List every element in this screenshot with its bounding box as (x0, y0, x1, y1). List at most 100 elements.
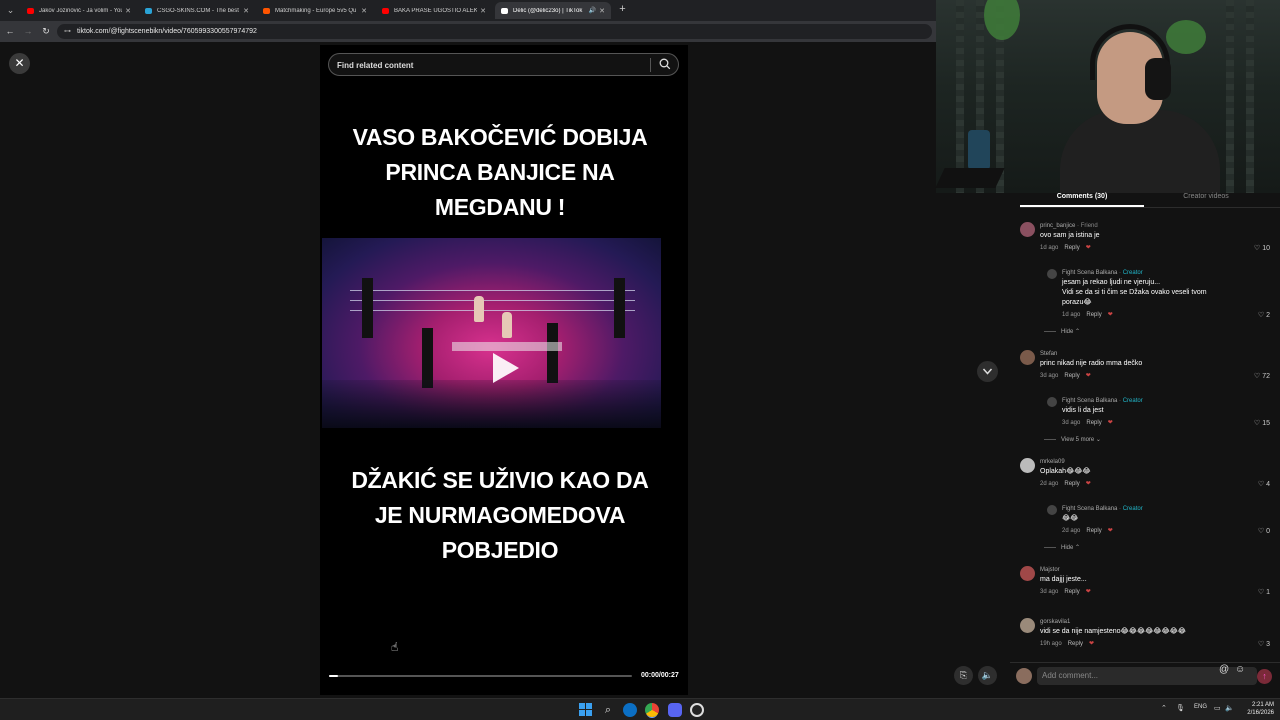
like-button[interactable]: ♡ 1 (1240, 588, 1270, 596)
reply-button[interactable]: Reply (1086, 528, 1101, 534)
emoji-icon[interactable]: ☺ (1235, 664, 1245, 675)
comment-username-row[interactable]: Stefan (1040, 351, 1057, 357)
toggle-line (1044, 546, 1056, 548)
tab-close-icon[interactable]: ✕ (125, 7, 131, 15)
comment-text: porazu😂 (1062, 299, 1092, 306)
browser-tab[interactable]: Jakov Jozinović - Ja volim - You ✕ (21, 2, 137, 19)
tray-mic-icon[interactable]: 🎙 (1176, 704, 1185, 712)
like-button[interactable]: ♡ 2 (1240, 311, 1270, 319)
tab-creator-videos[interactable]: Creator videos (1144, 193, 1268, 206)
mention-at-icon[interactable]: @ (1219, 664, 1229, 675)
play-icon[interactable] (493, 353, 519, 383)
obs-icon[interactable] (690, 703, 704, 717)
like-button[interactable]: ♡ 3 (1240, 640, 1270, 648)
tab-close-icon[interactable]: ✕ (361, 7, 367, 15)
ring-post (362, 278, 373, 338)
reply-button[interactable]: Reply (1064, 373, 1079, 379)
tray-chevron-up-icon[interactable]: ⌃ (1161, 704, 1167, 712)
replies-toggle[interactable]: Hide ⌃ (1044, 544, 1080, 551)
chrome-browser-icon[interactable] (645, 703, 659, 717)
send-arrow-icon[interactable]: ↑ (1257, 669, 1272, 684)
related-search-box[interactable]: Find related content (328, 53, 679, 76)
close-video-button[interactable]: ✕ (9, 53, 30, 74)
crowd (322, 380, 661, 428)
comment-age: 1d ago (1040, 245, 1059, 251)
reply-button[interactable]: Reply (1086, 312, 1101, 318)
comment-username-row[interactable]: mrkela09 (1040, 459, 1065, 465)
avatar[interactable] (1020, 222, 1035, 237)
like-button[interactable]: ♡ 72 (1240, 372, 1270, 380)
avatar[interactable] (1047, 269, 1057, 279)
toggle-label: Hide ⌃ (1061, 545, 1081, 551)
search-icon[interactable]: ⌕ (601, 703, 615, 717)
tab-close-icon[interactable]: ✕ (243, 7, 249, 15)
comment-text: Vidi se da si ti čim se Džaka ovako vese… (1062, 289, 1207, 296)
comment-username-row[interactable]: Majstor (1040, 567, 1060, 573)
video-progress-bar[interactable] (329, 675, 632, 677)
headline-top-line: PRINCA BANJICE NA (385, 159, 615, 185)
creator-liked-icon: ❤ (1085, 481, 1091, 487)
avatar[interactable] (1020, 618, 1035, 633)
tray-network-icon[interactable]: ▭ (1214, 704, 1221, 712)
tab-close-icon[interactable]: ✕ (599, 7, 605, 15)
comment-age: 19h ago (1040, 641, 1062, 647)
url-field[interactable]: ⊶ tiktok.com/@fightscenebikn/video/76059… (57, 24, 932, 39)
like-count: 10 (1262, 245, 1270, 252)
avatar[interactable] (1047, 505, 1057, 515)
taskbar-clock[interactable]: 2:21 AM 2/16/2026 (1237, 701, 1274, 717)
comment-text: jesam ja rekao ljudi ne vjeruju... (1062, 279, 1161, 286)
heart-icon: ♡ (1257, 312, 1265, 319)
avatar[interactable] (1020, 458, 1035, 473)
new-tab-button[interactable]: + (616, 3, 629, 15)
tab-list-chevron-icon[interactable]: ⌄ (4, 4, 17, 17)
like-button[interactable]: ♡ 4 (1240, 480, 1270, 488)
like-button[interactable]: ♡ 10 (1240, 244, 1270, 252)
reply-button[interactable]: Reply (1068, 641, 1083, 647)
tab-favicon-icon (263, 7, 270, 14)
tray-volume-icon[interactable]: 🔈 (1225, 704, 1234, 712)
search-icon[interactable] (658, 57, 672, 71)
avatar[interactable] (1020, 350, 1035, 365)
heart-icon: ♡ (1253, 373, 1261, 380)
ring-post (422, 328, 433, 388)
tab-audio-icon[interactable]: 🔊 (589, 7, 596, 14)
edge-browser-icon[interactable] (623, 703, 637, 717)
browser-tab[interactable]: Delic (@delic23o) | TikTok 🔊 ✕ (495, 2, 611, 19)
comment-text: ovo sam ja istina je (1040, 232, 1100, 239)
reply-button[interactable]: Reply (1086, 420, 1101, 426)
comment-username-row[interactable]: princ_banjice · Friend (1040, 223, 1098, 229)
chevron-down-icon (982, 368, 993, 375)
replies-toggle[interactable]: View 5 more ⌄ (1044, 436, 1101, 443)
volume-icon[interactable]: 🔈 (978, 666, 997, 685)
creator-liked-icon: ❤ (1107, 312, 1113, 318)
forward-arrow-icon[interactable]: → (22, 26, 34, 36)
tab-close-icon[interactable]: ✕ (480, 7, 486, 15)
browser-tab[interactable]: BAKA PRASE UGOSTIO ALEKSA ✕ (376, 2, 492, 19)
next-video-button[interactable] (977, 361, 998, 382)
discord-icon[interactable] (668, 703, 682, 717)
comment-username-row[interactable]: gorskavila1 (1040, 619, 1070, 625)
reload-icon[interactable]: ↻ (40, 26, 52, 37)
replies-toggle[interactable]: Hide ⌃ (1044, 328, 1080, 335)
comment-username-row[interactable]: Fight Scena Balkana · Creator (1062, 270, 1143, 276)
tray-language[interactable]: ENG (1194, 704, 1207, 710)
wall-panel (1246, 0, 1254, 193)
comment-username-row[interactable]: Fight Scena Balkana · Creator (1062, 506, 1143, 512)
reply-button[interactable]: Reply (1064, 245, 1079, 251)
browser-tab[interactable]: Matchmaking - Europe 5v5 Qu ✕ (257, 2, 373, 19)
site-info-icon[interactable]: ⊶ (64, 24, 71, 39)
back-arrow-icon[interactable]: ← (4, 26, 16, 36)
video-player[interactable]: Find related content VASO BAKOČEVIĆ DOBI… (320, 45, 688, 695)
avatar[interactable] (1020, 566, 1035, 581)
comment-text: vidis li da jest (1062, 407, 1104, 414)
avatar[interactable] (1047, 397, 1057, 407)
reply-button[interactable]: Reply (1064, 481, 1079, 487)
report-button[interactable]: ⎘ (954, 666, 973, 685)
like-button[interactable]: ♡ 15 (1240, 419, 1270, 427)
browser-tab[interactable]: CSGO-SKINS.COM - The best C ✕ (139, 2, 255, 19)
windows-start-icon[interactable] (579, 703, 592, 716)
like-button[interactable]: ♡ 0 (1240, 527, 1270, 535)
reply-button[interactable]: Reply (1064, 589, 1079, 595)
tab-favicon-icon (27, 7, 34, 14)
comment-username-row[interactable]: Fight Scena Balkana · Creator (1062, 398, 1143, 404)
